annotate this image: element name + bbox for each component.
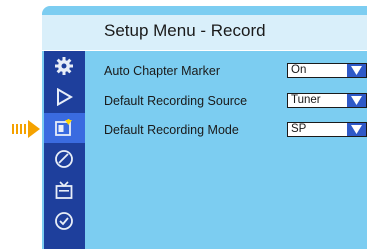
default-recording-mode-label: Default Recording Mode	[104, 123, 239, 137]
sidebar	[44, 51, 85, 249]
sidebar-item-disc[interactable]	[44, 144, 85, 174]
disc-icon	[55, 150, 73, 168]
title-divider	[42, 50, 367, 51]
sidebar-item-record[interactable]	[44, 113, 85, 143]
chevron-down-icon[interactable]	[347, 64, 366, 77]
default-recording-mode-value: SP	[291, 123, 307, 135]
record-icon	[55, 119, 73, 137]
clock-icon	[55, 212, 73, 230]
play-icon	[55, 87, 74, 107]
auto-chapter-marker-select[interactable]: On	[287, 63, 367, 78]
default-recording-source-value: Tuner	[291, 94, 321, 106]
auto-chapter-marker-label: Auto Chapter Marker	[104, 64, 221, 78]
sidebar-item-playback[interactable]	[44, 82, 85, 112]
selection-pointer-icon	[12, 120, 40, 138]
sidebar-item-general[interactable]	[44, 51, 85, 81]
default-recording-source-select[interactable]: Tuner	[287, 93, 367, 108]
tv-icon	[55, 181, 73, 199]
gear-icon	[55, 57, 73, 75]
chevron-down-icon[interactable]	[347, 123, 366, 136]
default-recording-source-label: Default Recording Source	[104, 94, 248, 108]
title-bar: Setup Menu - Record	[42, 15, 367, 50]
page-title: Setup Menu - Record	[104, 21, 266, 40]
sidebar-item-tv[interactable]	[44, 175, 85, 205]
sidebar-item-clock[interactable]	[44, 206, 85, 236]
auto-chapter-marker-value: On	[291, 64, 307, 76]
setup-menu-screen: Setup Menu - Record Auto Chapter Marker …	[42, 6, 367, 249]
chevron-down-icon[interactable]	[347, 94, 366, 107]
default-recording-mode-select[interactable]: SP	[287, 122, 367, 137]
